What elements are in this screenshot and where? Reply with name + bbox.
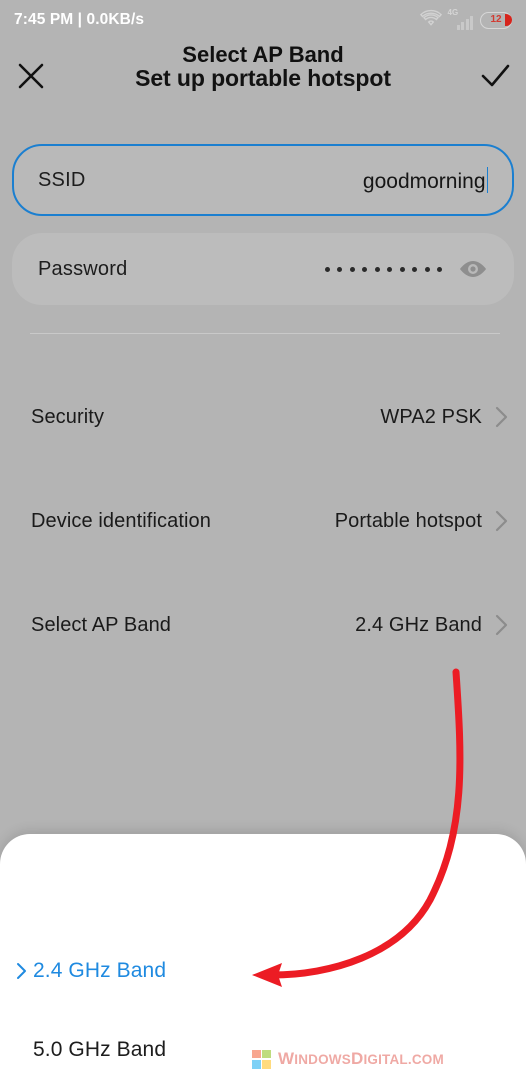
status-icons: 4G 12 <box>419 8 512 31</box>
password-input[interactable]: Password <box>12 233 514 305</box>
option-label: 5.0 GHz Band <box>33 1038 167 1061</box>
ssid-input[interactable]: SSID goodmorning <box>12 144 514 216</box>
signal-bars-icon <box>456 16 473 30</box>
settings-row-select-ap-band[interactable]: Select AP Band 2.4 GHz Band <box>0 601 526 649</box>
mobile-signal-icon: 4G <box>447 8 473 30</box>
row-value: WPA2 PSK <box>380 405 482 428</box>
phone-screen: 7:45 PM | 0.0KB/s 4G 12 Set up portable … <box>0 0 526 1085</box>
page-title: Set up portable hotspot <box>135 64 391 91</box>
chevron-right-icon <box>495 406 508 428</box>
eye-icon[interactable] <box>458 259 488 279</box>
status-bar: 7:45 PM | 0.0KB/s 4G 12 <box>0 0 526 40</box>
row-value: 2.4 GHz Band <box>355 613 482 636</box>
row-label: Security <box>31 405 105 428</box>
settings-row-security[interactable]: Security WPA2 PSK <box>0 393 526 441</box>
windows-logo-icon <box>252 1049 271 1069</box>
row-value: Portable hotspot <box>334 509 482 532</box>
watermark-text: WINDOWSDIGITAL.COM <box>278 1049 444 1069</box>
battery-level-label: 12 <box>490 14 502 25</box>
wm-indows: INDOWS <box>294 1052 351 1067</box>
row-label: Device identification <box>31 509 211 532</box>
section-divider <box>30 333 500 334</box>
password-masked-value <box>324 266 442 272</box>
status-time-and-datarate: 7:45 PM | 0.0KB/s <box>14 11 145 28</box>
password-label: Password <box>38 257 128 280</box>
chevron-right-icon <box>495 510 508 532</box>
ssid-text: goodmorning <box>362 169 486 193</box>
ssid-label: SSID <box>38 168 86 191</box>
option-label: 2.4 GHz Band <box>33 959 167 982</box>
settings-row-device-identification[interactable]: Device identification Portable hotspot <box>0 497 526 545</box>
bottom-sheet-title: Select AP Band <box>182 42 344 67</box>
ap-band-option-2-4ghz[interactable]: 2.4 GHz Band <box>0 948 526 994</box>
wm-d: D <box>350 1049 364 1068</box>
ssid-value: goodmorning <box>362 166 488 194</box>
wifi-icon <box>419 9 442 31</box>
watermark: WINDOWSDIGITAL.COM <box>252 1049 444 1069</box>
row-label: Select AP Band <box>31 613 172 636</box>
battery-icon: 12 <box>480 11 512 29</box>
text-caret <box>486 166 488 193</box>
wm-igital: IGITAL.COM <box>363 1052 444 1067</box>
chevron-right-icon <box>11 962 33 980</box>
wm-w: W <box>278 1049 295 1068</box>
chevron-right-icon <box>495 614 508 636</box>
network-type-label: 4G <box>447 8 459 17</box>
